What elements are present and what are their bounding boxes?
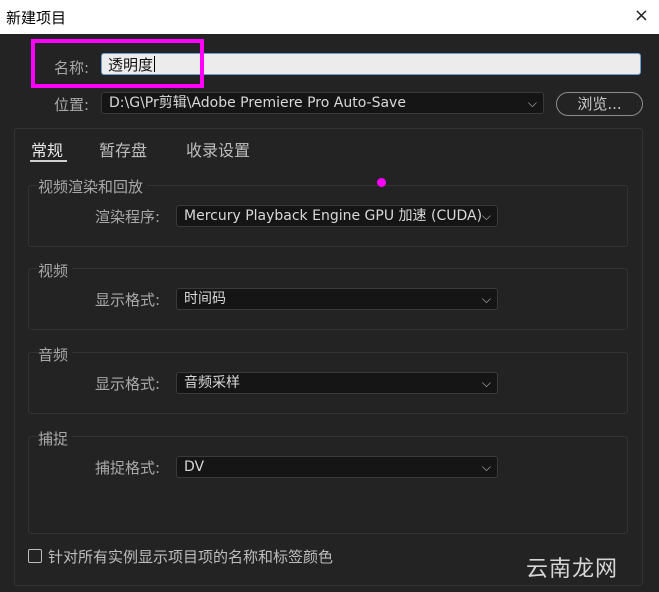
highlight-box [31, 39, 204, 88]
chevron-down-icon: ⌵ [527, 96, 537, 110]
location-label: 位置: [54, 96, 90, 114]
location-value: D:\G\Pr剪辑\Adobe Premiere Pro Auto-Save [109, 95, 406, 111]
chevron-down-icon: ⌵ [481, 376, 491, 390]
audio-format-select[interactable]: 音频采样 ⌵ [176, 372, 498, 394]
group-capture [28, 436, 628, 534]
chevron-down-icon: ⌵ [481, 460, 491, 474]
location-select[interactable]: D:\G\Pr剪辑\Adobe Premiere Pro Auto-Save ⌵ [101, 92, 544, 114]
show-names-checkbox[interactable] [28, 549, 42, 563]
browse-button[interactable]: 浏览... [556, 92, 643, 116]
audio-format-value: 音频采样 [184, 375, 240, 391]
close-icon[interactable]: × [634, 5, 649, 26]
renderer-value: Mercury Playback Engine GPU 加速 (CUDA) [184, 208, 483, 224]
capture-format-select[interactable]: DV ⌵ [176, 456, 498, 478]
group-capture-title: 捕捉 [38, 428, 73, 449]
tab-ingest-settings[interactable]: 收录设置 [186, 137, 250, 161]
show-names-label[interactable]: 针对所有实例显示项目项的名称和标签颜色 [48, 546, 333, 567]
watermark: 云南龙网 [526, 557, 619, 582]
group-audio-title: 音频 [38, 344, 73, 365]
tab-scratch-disks[interactable]: 暂存盘 [99, 137, 147, 161]
window-title: 新建项目 [6, 9, 67, 27]
capture-format-label: 捕捉格式: [95, 459, 161, 477]
active-tab-indicator [30, 160, 67, 162]
video-format-label: 显示格式: [95, 291, 161, 309]
title-bar: 新建项目 × [0, 0, 659, 34]
chevron-down-icon: ⌵ [481, 292, 491, 306]
marker-dot [377, 178, 386, 187]
group-video-title: 视频 [38, 260, 73, 281]
group-render-title: 视频渲染和回放 [38, 176, 148, 197]
tab-general[interactable]: 常规 [31, 137, 63, 161]
capture-format-value: DV [184, 459, 205, 475]
video-format-value: 时间码 [184, 291, 226, 307]
new-project-dialog: 名称: 透明度 位置: D:\G\Pr剪辑\Adobe Premiere Pro… [0, 34, 659, 592]
audio-format-label: 显示格式: [95, 375, 161, 393]
renderer-select[interactable]: Mercury Playback Engine GPU 加速 (CUDA) ⌵ [176, 205, 498, 227]
renderer-label: 渲染程序: [95, 208, 161, 226]
video-format-select[interactable]: 时间码 ⌵ [176, 288, 498, 310]
chevron-down-icon: ⌵ [481, 209, 491, 223]
